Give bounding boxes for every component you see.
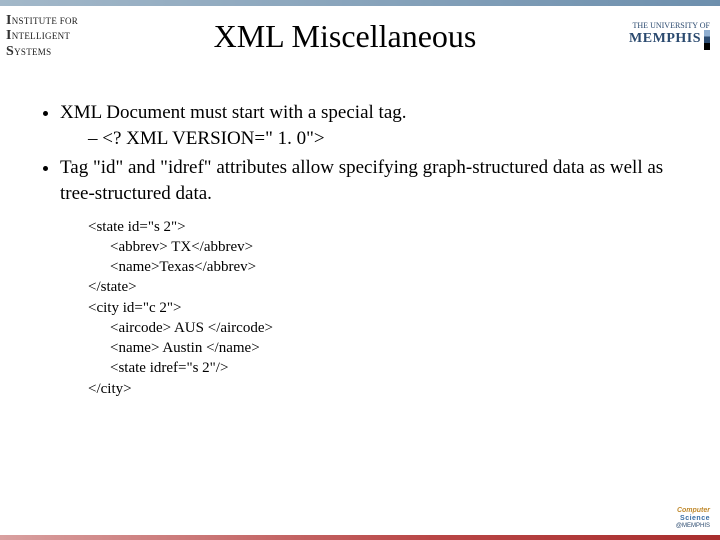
cs-memphis-logo: Computer Science @MEMPHIS: [650, 507, 710, 530]
code-l9: </city>: [88, 381, 132, 397]
iis-line2: NTELLIGENT: [12, 31, 70, 41]
bullet-2: Tag "id" and "idref" attributes allow sp…: [60, 155, 692, 206]
code-l1: <state id="s 2">: [88, 219, 186, 235]
code-l5: <city id="c 2">: [88, 300, 181, 316]
code-l8: <state idref="s 2"/>: [88, 358, 692, 378]
code-l2: <abbrev> TX</abbrev>: [88, 237, 692, 257]
code-l7: <name> Austin </name>: [88, 338, 692, 358]
iis-logo: INSTITUTE FOR INTELLIGENT SYSTEMS: [0, 11, 110, 61]
bullet-1-sub: <? XML VERSION=" 1. 0">: [88, 126, 692, 152]
memphis-dots-icon: [704, 30, 710, 50]
slide-content: XML Document must start with a special t…: [28, 100, 692, 399]
iis-line1: NSTITUTE FOR: [12, 16, 78, 26]
bullet-1-text: XML Document must start with a special t…: [60, 102, 407, 123]
footer-line1: Computer: [677, 507, 710, 514]
bullet-1: XML Document must start with a special t…: [60, 100, 692, 151]
memphis-line2: MEMPHIS: [629, 31, 701, 46]
footer-line2: Science: [680, 515, 710, 522]
bottom-accent-bar: [0, 535, 720, 540]
bullet-1-sublist: <? XML VERSION=" 1. 0">: [60, 126, 692, 152]
footer-line3: @MEMPHIS: [676, 523, 710, 529]
code-l4: </state>: [88, 279, 137, 295]
memphis-logo: THE UNIVERSITY OF MEMPHIS: [580, 22, 720, 51]
code-l3: <name>Texas</abbrev>: [88, 257, 692, 277]
code-l6: <aircode> AUS </aircode>: [88, 318, 692, 338]
title-wrap: XML Miscellaneous: [110, 18, 580, 55]
iis-line3: YSTEMS: [14, 47, 51, 57]
header-row: INSTITUTE FOR INTELLIGENT SYSTEMS XML Mi…: [0, 6, 720, 66]
memphis-line1: THE UNIVERSITY OF: [633, 21, 710, 30]
page-title: XML Miscellaneous: [110, 18, 580, 55]
code-block: <state id="s 2"> <abbrev> TX</abbrev> <n…: [88, 217, 692, 399]
bullet-list: XML Document must start with a special t…: [28, 100, 692, 207]
